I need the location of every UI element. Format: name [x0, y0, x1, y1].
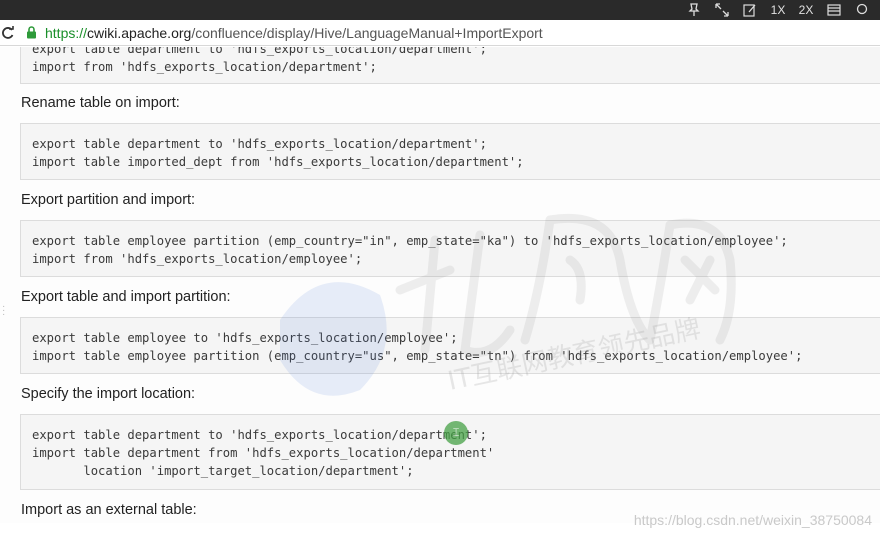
- url-path: /confluence/display/Hive/LanguageManual+…: [191, 24, 543, 41]
- code-line: import from 'hdfs_exports_location/emplo…: [32, 252, 363, 266]
- code-block: export table department to 'hdfs_exports…: [20, 123, 880, 180]
- list-icon[interactable]: [820, 0, 848, 20]
- search-icon[interactable]: [848, 0, 876, 20]
- code-block: export table employee to 'hdfs_exports_l…: [20, 317, 880, 374]
- code-line: import from 'hdfs_exports_location/depar…: [32, 60, 377, 74]
- viewer-toolbar: 1X 2X: [0, 0, 880, 20]
- code-line: import table imported_dept from 'hdfs_ex…: [32, 155, 524, 169]
- expand-icon[interactable]: [708, 0, 736, 20]
- code-block: export table employee partition (emp_cou…: [20, 220, 880, 277]
- url-scheme: https://: [45, 24, 88, 41]
- code-line: location 'import_target_location/departm…: [32, 464, 414, 478]
- resize-handle[interactable]: · · ·: [2, 302, 5, 320]
- section-heading: Export table and import partition:: [21, 289, 231, 305]
- pin-icon[interactable]: [680, 0, 708, 20]
- page-content: export table department to 'hdfs_exports…: [0, 47, 880, 523]
- address-bar[interactable]: https://cwiki.apache.org/confluence/disp…: [0, 20, 880, 46]
- code-line: export table employee partition (emp_cou…: [32, 234, 788, 248]
- section-heading: Import as an external table:: [21, 502, 197, 518]
- lock-icon: [26, 25, 40, 41]
- section-heading: Specify the import location:: [21, 386, 196, 402]
- code-line: export table department to 'hdfs_exports…: [32, 47, 487, 56]
- mouse-cursor-indicator: ⌶: [444, 421, 468, 445]
- code-line: export table employee to 'hdfs_exports_l…: [32, 331, 458, 345]
- section-heading: Rename table on import:: [21, 95, 180, 111]
- code-line: export table department to 'hdfs_exports…: [32, 137, 487, 151]
- reload-icon[interactable]: [0, 23, 16, 43]
- edit-icon[interactable]: [736, 0, 764, 20]
- code-line: import table employee partition (emp_cou…: [32, 349, 803, 363]
- source-watermark: https://blog.csdn.net/weixin_38750084: [633, 512, 872, 528]
- url-host: cwiki.apache.org: [87, 24, 192, 41]
- zoom-1x-button[interactable]: 1X: [764, 0, 792, 20]
- code-line: import table department from 'hdfs_expor…: [32, 446, 495, 460]
- section-heading: Export partition and import:: [21, 192, 196, 208]
- url-text[interactable]: https://cwiki.apache.org/confluence/disp…: [45, 25, 543, 41]
- zoom-2x-button[interactable]: 2X: [792, 0, 820, 20]
- code-block: export table department to 'hdfs_exports…: [20, 47, 880, 84]
